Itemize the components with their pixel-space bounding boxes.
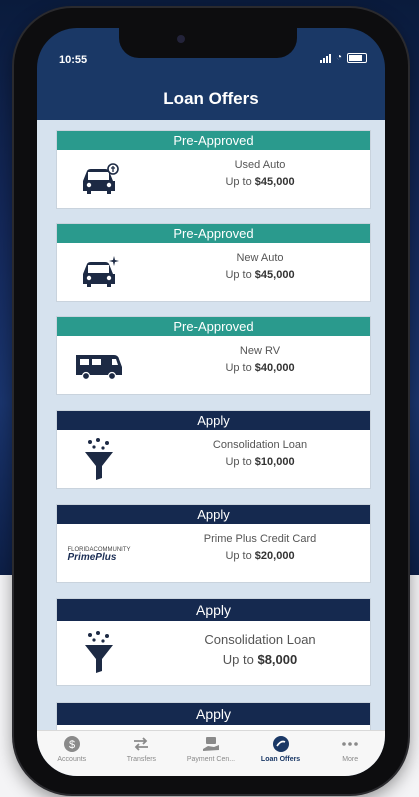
battery-icon: [347, 52, 367, 63]
tab-bar: $ Accounts Transfers Payment Cen... Loan…: [37, 730, 385, 776]
loan-offers-list[interactable]: Pre-Approved Used Auto Up to $45,000 Pre…: [37, 120, 385, 730]
amount-value: $10,000: [254, 456, 295, 468]
phone-screen: 10:55 ◔ Loan Offers Pre-Approved Used Au…: [37, 28, 385, 776]
offer-card-prime-plus-credit-card[interactable]: Apply FLORIDACOMMUNITY PrimePlus Prime P…: [56, 504, 371, 583]
offer-card-consolidation-loan[interactable]: Apply Consolidation Loan Up to $10,000: [56, 410, 371, 489]
logo-big-text: PrimePlus: [67, 552, 117, 563]
funnel-icon: [71, 631, 127, 673]
offer-name: Consolidation Loan: [212, 439, 308, 451]
offer-badge: Pre-Approved: [57, 131, 370, 150]
offer-text: Consolidation Loan Up to $8,000: [157, 630, 363, 670]
dollar-circle-icon: $: [63, 735, 81, 753]
offer-amount: Up to $45,000: [157, 174, 363, 191]
offer-name: New Auto: [236, 252, 284, 264]
funnel-icon: [71, 438, 127, 480]
offer-amount: Up to $10,000: [157, 454, 363, 471]
offer-card-partial[interactable]: Apply: [56, 702, 371, 730]
offer-text: Used Auto Up to $45,000: [157, 157, 363, 191]
status-time: 10:55: [59, 54, 88, 66]
wifi-icon: ◔: [335, 52, 342, 63]
loan-offers-icon: [272, 735, 290, 753]
offer-text: Prime Plus Credit Card Up to $20,000: [157, 531, 363, 565]
offer-amount: Up to $45,000: [157, 267, 363, 284]
tab-more[interactable]: More: [316, 731, 384, 776]
tab-label: Loan Offers: [260, 756, 301, 763]
offer-badge: Apply: [57, 411, 370, 430]
offer-card-used-auto[interactable]: Pre-Approved Used Auto Up to $45,000: [56, 130, 371, 209]
amount-prefix: Up to: [225, 176, 252, 188]
camera-icon: [177, 35, 185, 43]
amount-value: $45,000: [254, 176, 295, 188]
car-icon: [71, 160, 127, 200]
transfer-arrows-icon: [132, 735, 150, 753]
tab-loan-offers[interactable]: Loan Offers: [247, 731, 315, 776]
amount-prefix: Up to: [225, 456, 252, 468]
amount-value: $40,000: [254, 362, 295, 374]
rv-icon: [71, 346, 127, 386]
offer-badge: Apply: [57, 599, 370, 621]
page-title: Loan Offers: [163, 89, 259, 108]
more-dots-icon: [341, 735, 359, 753]
offer-badge: Pre-Approved: [57, 224, 370, 243]
offer-amount: Up to $20,000: [157, 548, 363, 565]
tab-label: More: [342, 756, 359, 763]
tab-label: Accounts: [57, 756, 87, 763]
offer-name: Consolidation Loan: [204, 632, 316, 647]
offer-name: Prime Plus Credit Card: [203, 533, 317, 545]
offer-badge: Apply: [57, 703, 370, 725]
offer-badge: Pre-Approved: [57, 317, 370, 336]
tab-transfers[interactable]: Transfers: [107, 731, 175, 776]
signal-icon: [319, 53, 331, 63]
offer-amount: Up to $40,000: [157, 360, 363, 377]
offer-name: Used Auto: [234, 159, 286, 171]
prime-plus-logo: FLORIDACOMMUNITY PrimePlus: [68, 534, 131, 574]
amount-prefix: Up to: [225, 362, 252, 374]
tab-label: Payment Cen...: [186, 756, 236, 763]
offer-text: New Auto Up to $45,000: [157, 250, 363, 284]
amount-value: $20,000: [254, 550, 295, 562]
svg-text:$: $: [69, 739, 75, 751]
offer-name: New RV: [239, 345, 281, 357]
phone-notch: [119, 28, 297, 58]
offer-card-consolidation-loan-2[interactable]: Apply Consolidation Loan Up to $8,000: [56, 598, 371, 686]
amount-prefix: Up to: [225, 269, 252, 281]
status-icons: ◔: [319, 52, 367, 63]
amount-value: $45,000: [254, 269, 295, 281]
offer-badge: Apply: [57, 505, 370, 524]
offer-card-new-auto[interactable]: Pre-Approved New Auto Up to $45,000: [56, 223, 371, 302]
amount-prefix: Up to: [225, 550, 252, 562]
tab-label: Transfers: [126, 756, 157, 763]
car-sparkle-icon: [71, 253, 127, 293]
offer-text: New RV Up to $40,000: [157, 343, 363, 377]
offer-amount: Up to $8,000: [157, 650, 363, 670]
amount-value: $8,000: [257, 652, 298, 667]
payment-hand-icon: [202, 735, 220, 753]
offer-card-new-rv[interactable]: Pre-Approved New RV Up to $40,000: [56, 316, 371, 395]
tab-accounts[interactable]: $ Accounts: [38, 731, 106, 776]
amount-prefix: Up to: [222, 652, 254, 667]
tab-payment-center[interactable]: Payment Cen...: [177, 731, 245, 776]
offer-text: Consolidation Loan Up to $10,000: [157, 437, 363, 471]
